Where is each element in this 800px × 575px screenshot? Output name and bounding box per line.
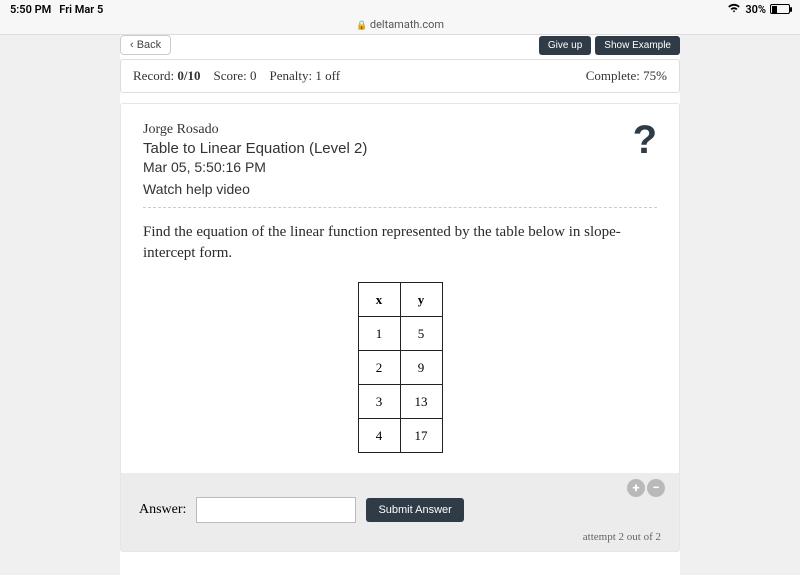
answer-panel: + − Answer: Submit Answer attempt 2 out …	[121, 473, 679, 551]
url-text: deltamath.com	[370, 18, 444, 31]
student-name: Jorge Rosado	[143, 122, 367, 138]
timestamp: Mar 05, 5:50:16 PM	[143, 159, 367, 175]
browser-url-bar[interactable]: 🔒 deltamath.com	[0, 18, 800, 35]
table-row: 1 5	[358, 317, 442, 351]
penalty-label: Penalty:	[270, 68, 313, 83]
watch-help-video-link[interactable]: Watch help video	[143, 181, 367, 197]
score-value: 0	[250, 68, 257, 83]
table-row: 2 9	[358, 351, 442, 385]
table-row: 4 17	[358, 419, 442, 453]
battery-icon	[770, 4, 790, 14]
complete-label: Complete:	[586, 68, 640, 83]
record-value: 0/10	[177, 68, 200, 83]
give-up-button[interactable]: Give up	[539, 36, 591, 55]
status-time: 5:50 PM	[10, 3, 51, 16]
attempt-text: attempt 2 out of 2	[139, 531, 661, 543]
battery-percent: 30%	[745, 3, 766, 16]
minus-icon[interactable]: −	[647, 479, 665, 497]
submit-answer-button[interactable]: Submit Answer	[366, 498, 463, 522]
device-status-bar: 5:50 PM Fri Mar 5 30%	[0, 0, 800, 18]
score-label: Score:	[214, 68, 247, 83]
status-date: Fri Mar 5	[59, 3, 103, 16]
table-header-x: x	[358, 283, 400, 317]
penalty-value: 1 off	[315, 68, 340, 83]
complete-value: 75%	[643, 68, 667, 83]
assignment-title: Table to Linear Equation (Level 2)	[143, 140, 367, 157]
record-label: Record:	[133, 68, 174, 83]
data-table: x y 1 5 2 9 3 13 4 17	[358, 282, 443, 453]
question-text: Find the equation of the linear function…	[143, 222, 657, 264]
table-row: 3 13	[358, 385, 442, 419]
back-button[interactable]: ‹ Back	[120, 35, 171, 55]
show-example-button[interactable]: Show Example	[595, 36, 680, 55]
divider	[143, 207, 657, 208]
wifi-icon	[727, 2, 741, 16]
help-icon[interactable]: ?	[633, 118, 657, 163]
problem-card: Jorge Rosado Table to Linear Equation (L…	[120, 103, 680, 552]
plus-icon[interactable]: +	[627, 479, 645, 497]
answer-input[interactable]	[196, 497, 356, 523]
record-bar: Record: 0/10 Score: 0 Penalty: 1 off Com…	[120, 59, 680, 93]
answer-label: Answer:	[139, 502, 186, 518]
lock-icon: 🔒	[356, 21, 367, 31]
table-header-y: y	[400, 283, 442, 317]
